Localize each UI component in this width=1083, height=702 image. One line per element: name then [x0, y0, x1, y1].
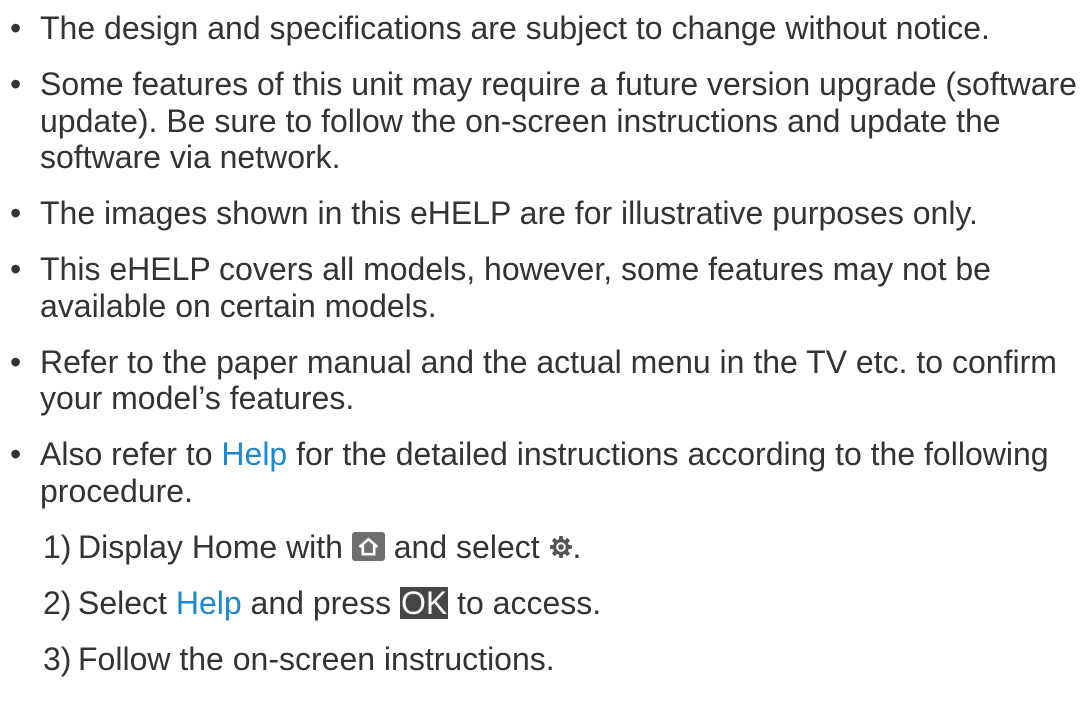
text-segment: for the detailed instructions according …	[287, 436, 1049, 472]
text-segment: and press	[241, 584, 400, 621]
step-item: 3) Follow the on-screen instructions.	[0, 641, 1083, 678]
bullet-text-line: available on certain models.	[40, 287, 437, 324]
text-segment: Select	[78, 584, 176, 621]
bullet-text-line: software via network.	[40, 139, 341, 175]
bullet: •	[10, 195, 22, 231]
bullet: •	[10, 10, 22, 46]
text-segment: Also refer to	[40, 436, 222, 472]
step-item: 1) Display Home with and select .	[0, 529, 1083, 566]
ok-key: OK	[399, 584, 449, 621]
bullet-item-help-reference: • Also refer to Help for the detailed in…	[0, 436, 1083, 509]
bullet: •	[10, 343, 22, 380]
bullet: •	[10, 66, 22, 102]
step-item: 2) Select Help and press OK to access.	[0, 585, 1083, 622]
procedure-steps: 1) Display Home with and select . 2) Selec…	[0, 529, 1083, 678]
help-link[interactable]: Help	[221, 436, 287, 472]
bullet-item-models-notice: • This eHELP covers all models, however,…	[0, 251, 1083, 324]
settings-icon	[549, 535, 573, 559]
bullet-text-line: Refer to the paper manual and the actual…	[40, 343, 1057, 380]
bullet-text-line: Also refer to Help for the detailed inst…	[40, 436, 1083, 473]
text-segment: Display Home with	[78, 528, 352, 565]
bullet-text-line: procedure.	[40, 472, 193, 509]
step-number: 3)	[43, 640, 72, 677]
bullet-item-images-notice: • The images shown in this eHELP are for…	[0, 195, 1083, 232]
text-segment: and select	[384, 528, 549, 565]
bullet-text-line: your model’s features.	[40, 380, 355, 416]
bullet-text-line: update). Be sure to follow the on-screen…	[40, 102, 1001, 139]
step-number: 1)	[43, 528, 72, 565]
bullet-text-line: The design and specifications are subjec…	[40, 10, 990, 46]
bullet: •	[10, 251, 22, 287]
text-segment: to access.	[448, 584, 602, 621]
help-page: • The design and specifications are subj…	[0, 0, 1083, 702]
bullet: •	[10, 436, 22, 472]
bullet-item-software-update: • Some features of this unit may require…	[0, 66, 1083, 176]
bullet-text-line: This eHELP covers all models, however, s…	[40, 251, 991, 287]
text-segment: .	[572, 528, 582, 565]
help-link[interactable]: Help	[176, 585, 242, 621]
step-number: 2)	[43, 584, 72, 621]
home-icon	[351, 531, 385, 561]
bullet-item-design-notice: • The design and specifications are subj…	[0, 10, 1083, 47]
bullet-text-line: Some features of this unit may require a…	[40, 66, 1077, 102]
bullet-item-paper-manual: • Refer to the paper manual and the actu…	[0, 344, 1083, 417]
text-segment: Follow the on-screen instructions.	[78, 640, 555, 677]
bullet-text-line: The images shown in this eHELP are for i…	[40, 195, 978, 231]
